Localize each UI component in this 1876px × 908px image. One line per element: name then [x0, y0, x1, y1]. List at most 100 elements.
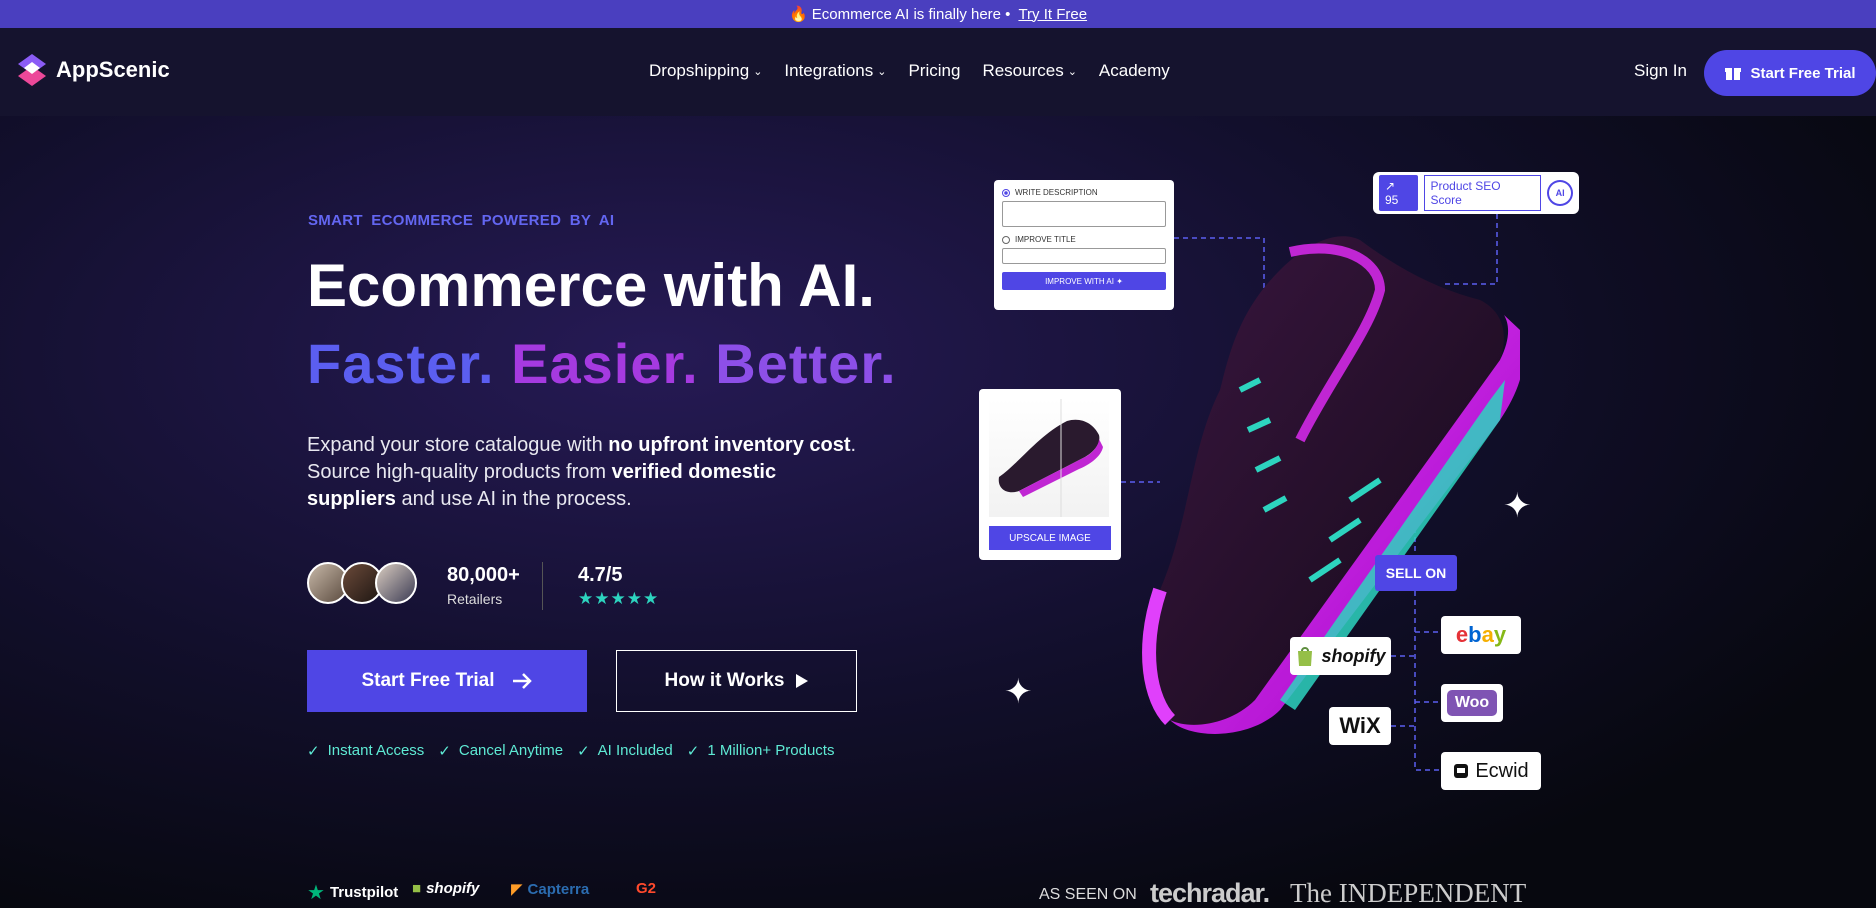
wix-badge[interactable]: WiX [1329, 707, 1391, 745]
chevron-down-icon: ⌄ [877, 65, 887, 78]
hero-description: Expand your store catalogue with no upfr… [307, 432, 867, 513]
independent-logo: The INDEPENDENT [1290, 878, 1527, 908]
retailers-label: Retailers [447, 591, 503, 607]
tagline-better: Better. [715, 332, 897, 395]
desc-part: and use AI in the process. [395, 488, 632, 510]
radio-icon [1002, 188, 1010, 197]
cta-label: How it Works [664, 670, 785, 691]
desc-bold: no upfront inventory cost [608, 434, 851, 456]
sign-in-link[interactable]: Sign In [1634, 61, 1687, 81]
check-item: ✓ 1 Million+ Products [687, 742, 835, 760]
ebay-logo: ebay [1455, 622, 1507, 647]
nav-dropshipping[interactable]: Dropshipping ⌄ [649, 61, 762, 81]
seo-score-label: Product SEO Score [1423, 175, 1542, 211]
seo-score-card: ↗ 95 Product SEO Score AI [1373, 172, 1579, 214]
hero-headline: Ecommerce with AI. [307, 252, 875, 319]
announcement-bar: 🔥 Ecommerce AI is finally here • Try It … [0, 0, 1876, 28]
g2-review[interactable]: G2 [636, 880, 656, 897]
chevron-down-icon: ⌄ [753, 65, 763, 78]
wix-label: WiX [1339, 713, 1381, 738]
techradar-logo: techradar. [1150, 878, 1270, 908]
write-description-option[interactable]: WRITE DESCRIPTION [1002, 188, 1166, 197]
check-item: ✓ Instant Access [307, 742, 424, 760]
radio-icon [1002, 235, 1010, 244]
start-trial-nav-button[interactable]: Start Free Trial [1704, 50, 1876, 96]
how-it-works-button[interactable]: How it Works [616, 650, 857, 712]
capterra-arrow-icon: ◤ [511, 881, 523, 898]
retailer-avatars [307, 562, 417, 604]
rating-stat: 4.7/5 ★★★★★ [578, 564, 659, 609]
seo-score-number: 95 [1385, 193, 1399, 207]
ecwid-badge[interactable]: Ecwid [1441, 752, 1541, 790]
chevron-down-icon: ⌄ [1067, 65, 1077, 78]
play-icon [795, 674, 808, 688]
arrow-right-icon [512, 673, 532, 689]
nav-label: Academy [1098, 61, 1170, 80]
capterra-review[interactable]: ◤ Capterra [511, 880, 590, 899]
nav-integrations[interactable]: Integrations ⌄ [784, 61, 886, 81]
shopify-bag-icon: ■ [412, 880, 422, 897]
option-label: IMPROVE TITLE [1015, 235, 1076, 244]
check-item: ✓ AI Included [577, 742, 673, 760]
check-icon: ✓ [438, 743, 451, 760]
trustpilot-review[interactable]: ★ Trustpilot [307, 880, 398, 905]
shopify-review[interactable]: ■ shopify [412, 880, 479, 897]
star-rating-icon: ★★★★★ [578, 589, 660, 608]
hero-taglines: Faster. Easier. Better. [307, 328, 897, 400]
sparkle-icon: ✦ [1004, 673, 1033, 711]
shopify-bag-icon [1298, 647, 1313, 666]
logo-text: AppScenic [56, 57, 170, 82]
seo-score-value: ↗ 95 [1379, 175, 1418, 211]
tagline-easier: Easier. [511, 332, 699, 395]
nav-label: Resources [982, 61, 1064, 80]
description-field[interactable] [1002, 201, 1166, 227]
avatar [375, 562, 417, 604]
logo[interactable]: AppScenic [16, 52, 170, 88]
as-seen-on-label: AS SEEN ON [1039, 886, 1137, 903]
check-label: AI Included [597, 742, 673, 759]
stat-divider [542, 562, 543, 610]
nav-academy[interactable]: Academy [1099, 61, 1170, 81]
check-icon: ✓ [307, 743, 320, 760]
start-free-trial-button[interactable]: Start Free Trial [307, 650, 587, 712]
sparkle-icon: ✦ [1503, 487, 1532, 525]
shopify-badge[interactable]: shopify [1290, 637, 1391, 675]
trial-label: Start Free Trial [1750, 64, 1856, 82]
option-label: WRITE DESCRIPTION [1015, 188, 1098, 197]
ai-refresh-icon: AI [1547, 180, 1574, 206]
ecwid-label: Ecwid [1475, 759, 1529, 782]
check-icon: ✓ [577, 743, 590, 760]
shopify-label: shopify [1321, 645, 1386, 666]
rating-value: 4.7/5 [578, 564, 623, 586]
main-nav: AppScenic Dropshipping ⌄ Integrations ⌄ Pr… [0, 28, 1876, 116]
check-label: 1 Million+ Products [707, 742, 835, 759]
review-label: shopify [426, 880, 480, 897]
review-label: Capterra [527, 880, 590, 898]
sell-on-badge: SELL ON [1375, 555, 1457, 591]
try-free-link[interactable]: Try It Free [1018, 6, 1087, 23]
gift-icon [1725, 68, 1742, 80]
hero-section [0, 116, 1876, 908]
ebay-badge[interactable]: ebayebay [1441, 616, 1521, 654]
appscenic-logo-icon [18, 54, 46, 86]
desc-part: Expand your store catalogue with [307, 434, 609, 456]
check-label: Instant Access [327, 742, 425, 759]
trustpilot-star-icon: ★ [307, 882, 325, 904]
woo-label: Woo [1446, 690, 1498, 716]
hero-eyebrow: SMART ECOMMERCE POWERED BY AI [308, 212, 615, 229]
retailers-count: 80,000+ [447, 564, 520, 586]
nav-menu: Dropshipping ⌄ Integrations ⌄ Pricing Reso… [649, 61, 1170, 81]
feature-checks: ✓ Instant Access ✓ Cancel Anytime ✓ AI Incl… [307, 742, 834, 760]
nav-label: Pricing [908, 61, 961, 80]
woo-badge[interactable]: Woo [1441, 684, 1503, 722]
check-item: ✓ Cancel Anytime [438, 742, 563, 760]
announcement-text: 🔥 Ecommerce AI is finally here • [788, 6, 1011, 23]
check-icon: ✓ [686, 743, 700, 760]
nav-resources[interactable]: Resources ⌄ [982, 61, 1076, 81]
nav-label: Integrations [784, 61, 874, 80]
tagline-faster: Faster. [307, 332, 495, 395]
review-label: G2 [636, 880, 657, 897]
check-label: Cancel Anytime [458, 742, 564, 759]
nav-pricing[interactable]: Pricing [908, 61, 960, 81]
cta-label: Start Free Trial [361, 670, 495, 691]
